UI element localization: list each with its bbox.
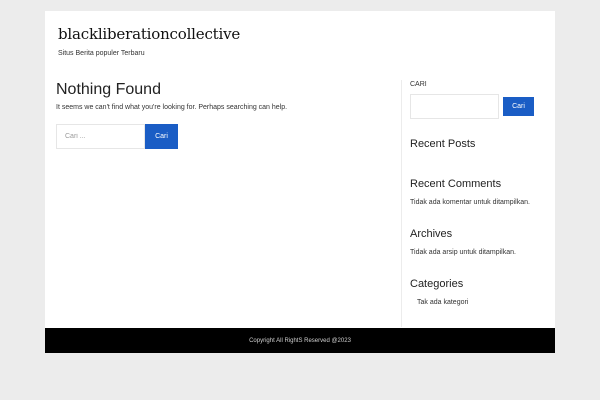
not-found-message: It seems we can't find what you're looki…: [56, 104, 288, 111]
recent-comments-title: Recent Comments: [410, 178, 502, 190]
sidebar-search-label: CARI: [410, 81, 427, 88]
archives-title: Archives: [410, 228, 453, 240]
site-tagline: Situs Berita populer Terbaru: [58, 50, 145, 57]
categories-text: Tak ada kategori: [417, 299, 469, 306]
categories-title: Categories: [410, 278, 464, 290]
sidebar-search-input[interactable]: [410, 94, 499, 119]
search-button[interactable]: Cari: [145, 124, 178, 149]
site-footer: Copyright All RightS Reserved @2023: [45, 328, 555, 353]
archives-text: Tidak ada arsip untuk ditampilkan.: [410, 249, 516, 256]
sidebar-divider: [401, 80, 402, 327]
footer-copyright: Copyright All RightS Reserved @2023: [249, 338, 351, 344]
recent-posts-title: Recent Posts: [410, 138, 476, 150]
sidebar-search-button[interactable]: Cari: [503, 97, 534, 116]
site-title[interactable]: blackliberationcollective: [58, 25, 240, 43]
page-title: Nothing Found: [56, 81, 161, 98]
search-input[interactable]: [56, 124, 145, 149]
content-card: blackliberationcollective Situs Berita p…: [45, 11, 555, 328]
recent-comments-text: Tidak ada komentar untuk ditampilkan.: [410, 199, 530, 206]
